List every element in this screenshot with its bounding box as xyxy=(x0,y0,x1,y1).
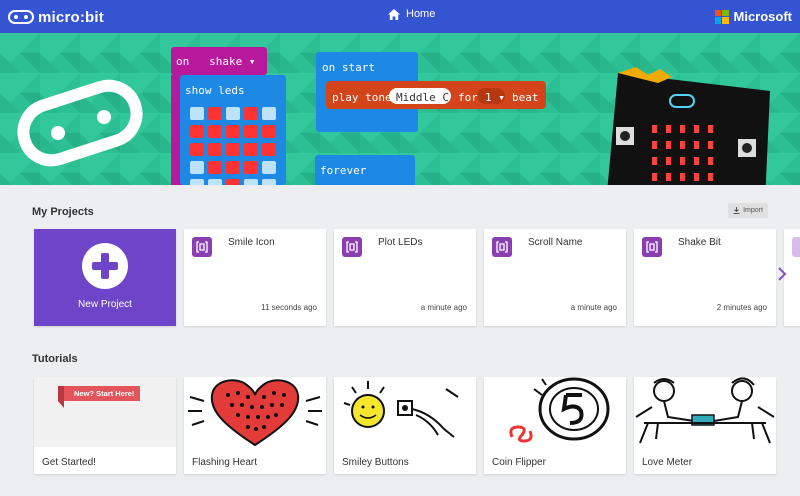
tutorial-card[interactable]: Smiley Buttons xyxy=(334,377,476,474)
project-icon xyxy=(792,237,800,257)
hero-banner: on shake ▾ show leds on start play tone … xyxy=(0,33,800,185)
home-link[interactable]: Home xyxy=(388,8,435,20)
tutorial-card[interactable]: Flashing Heart xyxy=(184,377,326,474)
project-card[interactable]: Scroll Name a minute ago xyxy=(484,229,626,326)
tutorial-label: Get Started! xyxy=(42,457,96,468)
project-card[interactable]: Plot LEDs a minute ago xyxy=(334,229,476,326)
import-button[interactable]: Import xyxy=(728,203,768,218)
microsoft-logo-icon xyxy=(714,9,729,24)
microsoft-link[interactable]: Microsoft xyxy=(714,9,793,24)
home-label: Home xyxy=(406,8,436,20)
project-time: a minute ago xyxy=(570,303,617,312)
project-time: 2 minutes ago xyxy=(716,303,767,312)
microsoft-label: Microsoft xyxy=(733,9,793,24)
project-time: 11 seconds ago xyxy=(261,303,317,312)
hero-background xyxy=(0,33,800,185)
project-name: Shake Bit xyxy=(678,237,721,248)
project-name: Smile Icon xyxy=(228,237,275,248)
new-project-label: New Project xyxy=(78,299,132,310)
love-meter-illustration xyxy=(635,377,775,444)
top-bar: micro:bit Home Microsoft xyxy=(0,0,800,33)
project-name: Plot LEDs xyxy=(378,237,423,248)
import-label: Import xyxy=(743,207,763,214)
smiley-buttons-illustration xyxy=(343,381,459,438)
tutorial-card[interactable]: Coin Flipper xyxy=(484,377,626,474)
microbit-logo-icon xyxy=(8,10,34,24)
block-on-start[interactable]: on start xyxy=(322,61,375,74)
block-for: for xyxy=(458,91,478,104)
logo-text: micro:bit xyxy=(38,8,104,26)
home-icon xyxy=(388,8,400,20)
tutorial-card[interactable]: New? Start Here! Get Started! xyxy=(34,377,176,474)
tutorials-title: Tutorials xyxy=(32,353,78,365)
project-time: a minute ago xyxy=(420,303,467,312)
block-note-value[interactable]: Middle C xyxy=(396,91,449,104)
led-grid xyxy=(190,107,276,185)
tutorial-label: Flashing Heart xyxy=(192,457,258,468)
my-projects-title: My Projects xyxy=(32,206,94,218)
tutorial-card[interactable]: Love Meter xyxy=(634,377,776,474)
coin-flipper-illustration xyxy=(509,377,610,443)
project-card[interactable]: Shake Bit 2 minutes ago xyxy=(634,229,776,326)
project-icon xyxy=(192,237,212,257)
plus-icon xyxy=(82,243,128,289)
import-icon xyxy=(733,207,740,214)
tutorial-label: Smiley Buttons xyxy=(342,457,409,468)
new-badge: New? Start Here! xyxy=(64,386,141,401)
block-play-tone[interactable]: play tone xyxy=(332,91,392,104)
block-beat: beat xyxy=(512,91,539,104)
chevron-right-icon[interactable] xyxy=(777,266,787,287)
block-forever[interactable]: forever xyxy=(320,164,366,177)
tutorial-label: Coin Flipper xyxy=(492,457,546,468)
project-icon xyxy=(342,237,362,257)
new-project-card[interactable]: New Project xyxy=(34,229,176,326)
heart-illustration xyxy=(188,379,322,447)
project-icon xyxy=(642,237,662,257)
logo[interactable]: micro:bit xyxy=(8,7,104,27)
block-beats-value[interactable]: 1 ▾ xyxy=(485,91,505,104)
block-on-shake[interactable]: on shake ▾ xyxy=(176,55,256,68)
project-card[interactable]: Smile Icon 11 seconds ago xyxy=(184,229,326,326)
tutorial-label: Love Meter xyxy=(642,457,693,468)
block-show-leds[interactable]: show leds xyxy=(185,84,245,97)
project-icon xyxy=(492,237,512,257)
project-name: Scroll Name xyxy=(528,237,583,248)
